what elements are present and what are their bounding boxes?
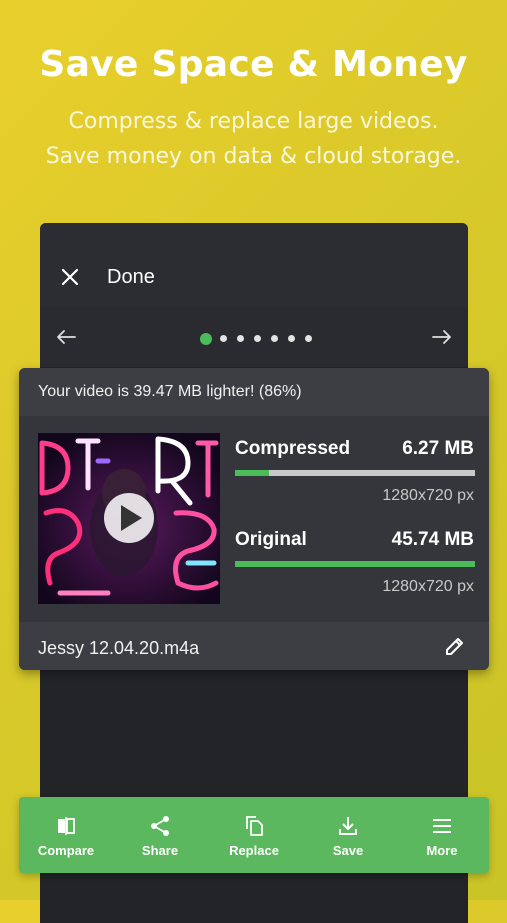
replace-button[interactable]: Replace <box>207 797 301 873</box>
video-thumbnail[interactable] <box>38 433 220 604</box>
result-card: Your video is 39.47 MB lighter! (86%) Co… <box>19 368 489 670</box>
menu-icon <box>433 819 451 833</box>
compressed-size: 6.27 MB <box>402 438 474 459</box>
pager-dot[interactable] <box>220 335 227 342</box>
pager <box>40 307 468 367</box>
compressed-bar-fill <box>235 470 269 476</box>
more-button[interactable]: More <box>395 797 489 873</box>
compare-button[interactable]: Compare <box>19 797 113 873</box>
pager-dot[interactable] <box>271 335 278 342</box>
save-label: Save <box>332 843 364 858</box>
savings-banner: Your video is 39.47 MB lighter! (86%) <box>19 368 489 416</box>
arrow-left-icon[interactable] <box>56 329 76 345</box>
share-icon <box>151 816 169 836</box>
original-resolution: 1280x720 px <box>382 578 474 595</box>
save-icon <box>339 817 357 835</box>
promo-subtitle-line-1: Compress & replace large videos. <box>68 109 439 134</box>
file-name: Jessy 12.04.20.m4a <box>38 638 200 658</box>
compressed-resolution: 1280x720 px <box>382 487 474 504</box>
pager-dot[interactable] <box>237 335 244 342</box>
compressed-bar <box>235 470 475 476</box>
save-button[interactable]: Save <box>301 797 395 873</box>
compare-label: Compare <box>37 843 95 858</box>
original-bar-fill <box>235 561 475 567</box>
pager-dot[interactable] <box>288 335 295 342</box>
original-label: Original <box>235 529 307 550</box>
close-icon[interactable] <box>58 265 82 289</box>
action-bar: Compare Share Replace Save More <box>19 797 489 873</box>
original-bar <box>235 561 475 567</box>
share-label: Share <box>141 843 179 858</box>
pager-dots <box>200 333 322 345</box>
edit-icon[interactable] <box>443 634 467 658</box>
replace-label: Replace <box>229 843 279 858</box>
promo-subtitle: Compress & replace large videos. Save mo… <box>0 104 507 174</box>
compare-icon <box>58 817 75 835</box>
pager-dot[interactable] <box>200 333 212 345</box>
promo-subtitle-line-2: Save money on data & cloud storage. <box>45 144 462 169</box>
original-size: 45.74 MB <box>391 529 474 550</box>
arrow-right-icon[interactable] <box>432 329 452 345</box>
pager-dot[interactable] <box>254 335 261 342</box>
app-bar: Done <box>40 223 468 307</box>
more-label: More <box>426 843 458 858</box>
app-bar-title: Done <box>107 266 155 288</box>
compressed-label: Compressed <box>235 438 351 459</box>
share-button[interactable]: Share <box>113 797 207 873</box>
pager-dot[interactable] <box>305 335 312 342</box>
replace-icon <box>246 816 263 836</box>
promo-title: Save Space & Money <box>39 44 468 85</box>
savings-text: Your video is 39.47 MB lighter! (86%) <box>38 383 302 400</box>
file-row: Jessy 12.04.20.m4a <box>19 622 489 670</box>
